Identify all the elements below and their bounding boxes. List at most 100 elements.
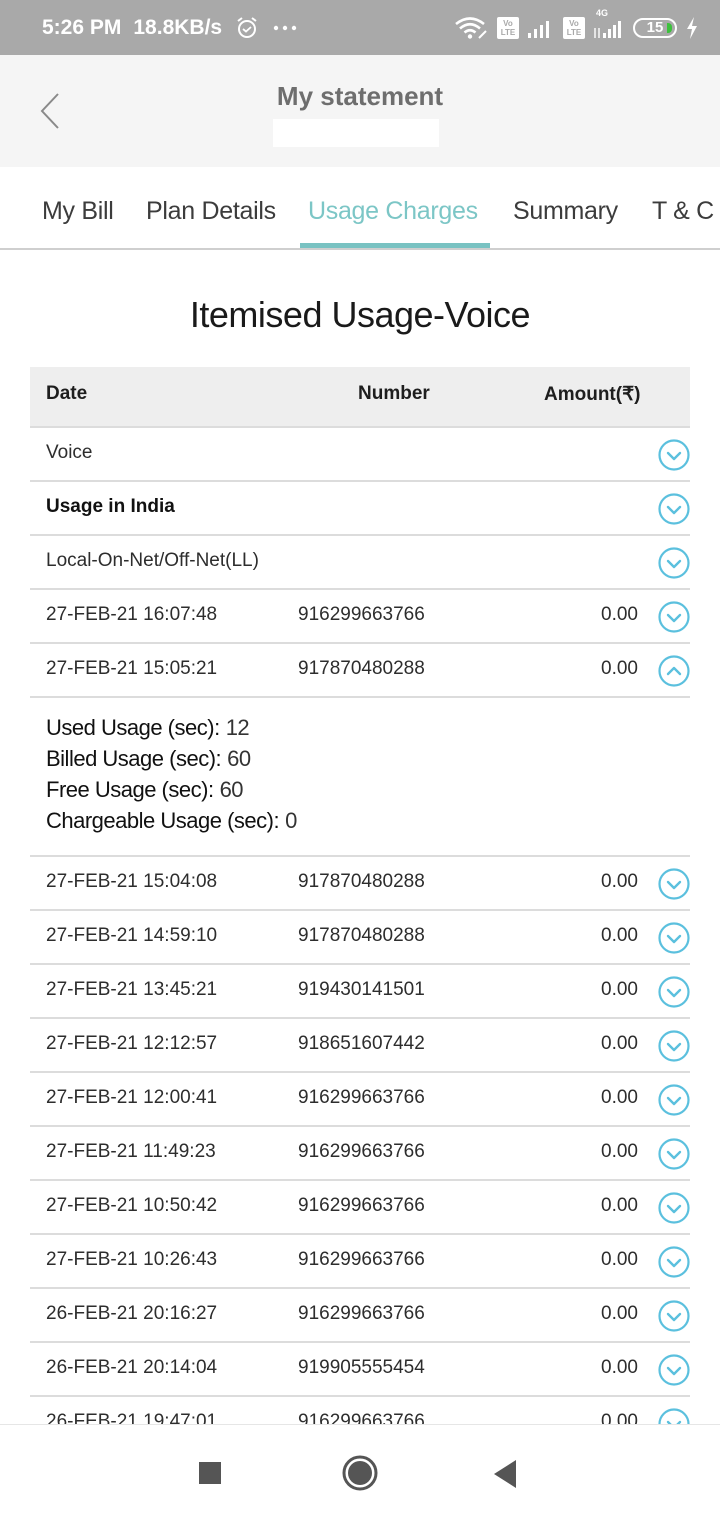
signal-sim2-4g-icon: 4G	[594, 8, 624, 38]
detail-value: 60	[219, 777, 244, 802]
detail-value: 12	[225, 715, 250, 740]
call-amount: 0.00	[601, 925, 638, 946]
table-row[interactable]: 27-FEB-21 13:45:21 919430141501 0.00	[30, 965, 690, 1019]
table-row[interactable]: 27-FEB-21 15:04:08 917870480288 0.00	[30, 857, 690, 911]
chevron-down-circle-icon[interactable]	[658, 493, 690, 525]
volte-sim1-icon: Vo LTE	[497, 16, 519, 39]
call-number: 916299663766	[298, 1195, 425, 1216]
call-amount: 0.00	[601, 1033, 638, 1054]
active-tab-indicator	[300, 243, 490, 248]
section-title: Itemised Usage-Voice	[189, 294, 531, 335]
call-number: 916299663766	[298, 1141, 425, 1162]
chevron-down-circle-icon[interactable]	[658, 1084, 690, 1116]
call-number: 916299663766	[298, 604, 425, 625]
chevron-down-circle-icon[interactable]	[658, 1192, 690, 1224]
detail-line: Chargeable Usage (sec): 0	[46, 805, 690, 836]
square-recents-icon	[199, 1462, 221, 1484]
column-number: Number	[358, 383, 430, 404]
table-row[interactable]: 27-FEB-21 10:26:43 916299663766 0.00	[30, 1235, 690, 1289]
network-speed: 18.8KB/s	[133, 15, 223, 39]
call-number: 917870480288	[298, 925, 425, 946]
call-amount: 0.00	[601, 979, 638, 1000]
table-row[interactable]: 26-FEB-21 20:16:27 916299663766 0.00	[30, 1289, 690, 1343]
table-row[interactable]: 27-FEB-21 11:49:23 916299663766 0.00	[30, 1127, 690, 1181]
chevron-down-circle-icon[interactable]	[658, 1354, 690, 1386]
chevron-down-circle-icon[interactable]	[658, 1030, 690, 1062]
call-date: 27-FEB-21 14:59:10	[46, 925, 218, 946]
chevron-down-circle-icon[interactable]	[658, 547, 690, 579]
tab-summary[interactable]: Summary	[513, 197, 618, 226]
call-amount: 0.00	[601, 1357, 638, 1378]
chevron-down-circle-icon[interactable]	[658, 1300, 690, 1332]
table-row[interactable]: 27-FEB-21 14:59:10 917870480288 0.00	[30, 911, 690, 965]
wifi-icon	[454, 16, 488, 40]
call-date: 27-FEB-21 12:00:41	[46, 1087, 218, 1108]
detail-value: 0	[285, 808, 297, 833]
chevron-down-circle-icon[interactable]	[658, 1246, 690, 1278]
call-amount: 0.00	[601, 604, 638, 625]
call-date: 27-FEB-21 15:04:08	[46, 871, 218, 892]
chevron-up-circle-icon[interactable]	[658, 655, 690, 687]
call-date: 27-FEB-21 11:49:23	[46, 1141, 216, 1162]
table-header: Date Number Amount(₹)	[30, 367, 690, 428]
call-amount: 0.00	[601, 1195, 638, 1216]
recents-button[interactable]	[198, 1461, 222, 1490]
call-date: 27-FEB-21 16:07:48	[46, 604, 218, 625]
table-row[interactable]: 27-FEB-21 10:50:42 916299663766 0.00	[30, 1181, 690, 1235]
call-number: 918651607442	[298, 1033, 425, 1054]
detail-label: Used Usage (sec):	[46, 715, 220, 740]
call-date: 27-FEB-21 13:45:21	[46, 979, 218, 1000]
detail-label: Billed Usage (sec):	[46, 746, 222, 771]
call-number: 916299663766	[298, 1303, 425, 1324]
group-row[interactable]: Voice	[30, 428, 690, 482]
chevron-down-circle-icon[interactable]	[658, 1138, 690, 1170]
call-date: 27-FEB-21 15:05:21	[46, 658, 218, 679]
table-row[interactable]: 27-FEB-21 16:07:48 916299663766 0.00	[30, 590, 690, 644]
call-date: 26-FEB-21 20:16:27	[46, 1303, 218, 1324]
table-row[interactable]: 27-FEB-21 12:00:41 916299663766 0.00	[30, 1073, 690, 1127]
call-amount: 0.00	[601, 871, 638, 892]
detail-line: Billed Usage (sec): 60	[46, 743, 690, 774]
detail-line: Used Usage (sec): 12	[46, 712, 690, 743]
circle-home-icon	[342, 1455, 378, 1491]
call-amount: 0.00	[601, 1087, 638, 1108]
tab-terms[interactable]: T & C	[652, 197, 714, 226]
call-date: 27-FEB-21 10:26:43	[46, 1249, 218, 1270]
system-nav-bar	[0, 1424, 720, 1520]
page-title: My statement	[276, 81, 444, 111]
detail-line: Free Usage (sec): 60	[46, 774, 690, 805]
back-nav-button[interactable]	[492, 1459, 518, 1494]
call-number: 917870480288	[298, 658, 425, 679]
group-row[interactable]: Local-On-Net/Off-Net(LL)	[30, 536, 690, 590]
call-amount: 0.00	[601, 1303, 638, 1324]
app-header: My statement	[0, 55, 720, 167]
call-amount: 0.00	[601, 1249, 638, 1270]
detail-label: Free Usage (sec):	[46, 777, 214, 802]
group-row[interactable]: Usage in India	[30, 482, 690, 536]
volte-sim2-icon: Vo LTE	[563, 16, 585, 39]
signal-sim1-icon	[528, 18, 554, 38]
column-amount: Amount(₹)	[544, 384, 641, 405]
call-number: 919430141501	[298, 979, 425, 1000]
tab-usage-charges[interactable]: Usage Charges	[308, 197, 478, 226]
status-bar: 5:26 PM 18.8KB/s Vo LTE Vo LTE 4G 15	[0, 0, 720, 55]
chevron-down-circle-icon[interactable]	[658, 601, 690, 633]
chevron-down-circle-icon[interactable]	[658, 439, 690, 471]
chevron-down-circle-icon[interactable]	[658, 976, 690, 1008]
table-row[interactable]: 27-FEB-21 12:12:57 918651607442 0.00	[30, 1019, 690, 1073]
battery-level: 15	[646, 19, 664, 36]
tab-my-bill[interactable]: My Bill	[42, 197, 114, 226]
column-date: Date	[46, 383, 88, 404]
home-button[interactable]	[341, 1454, 379, 1497]
expanded-call-detail: Used Usage (sec): 12 Billed Usage (sec): 60…	[30, 698, 690, 857]
call-date: 27-FEB-21 10:50:42	[46, 1195, 218, 1216]
call-number: 917870480288	[298, 871, 425, 892]
group-label: Usage in India	[46, 496, 175, 517]
table-row[interactable]: 27-FEB-21 15:05:21 917870480288 0.00	[30, 644, 690, 698]
tab-plan-details[interactable]: Plan Details	[146, 197, 276, 226]
call-number: 919905555454	[298, 1357, 425, 1378]
table-row[interactable]: 26-FEB-21 20:14:04 919905555454 0.00	[30, 1343, 690, 1397]
chevron-down-circle-icon[interactable]	[658, 922, 690, 954]
call-number: 916299663766	[298, 1249, 425, 1270]
chevron-down-circle-icon[interactable]	[658, 868, 690, 900]
